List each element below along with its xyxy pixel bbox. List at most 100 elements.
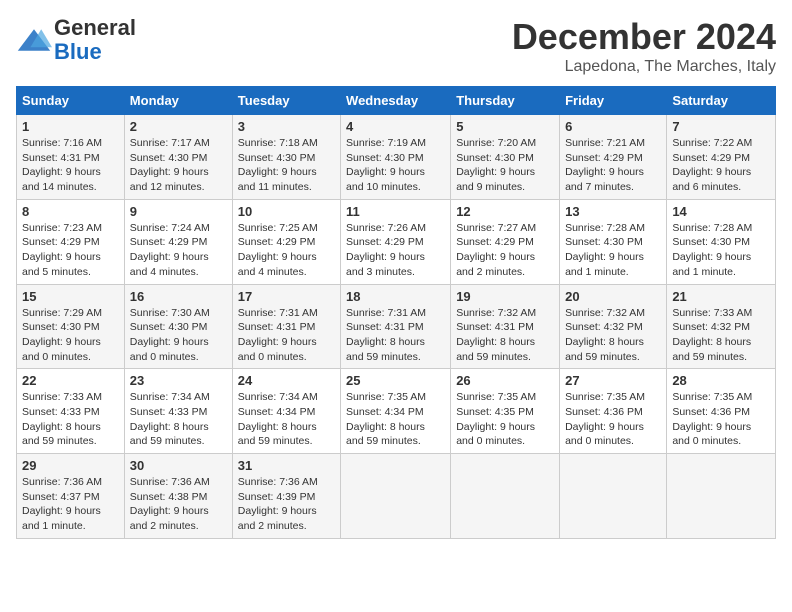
day-info: Sunrise: 7:35 AMSunset: 4:36 PMDaylight:… (672, 391, 752, 447)
calendar-cell: 28 Sunrise: 7:35 AMSunset: 4:36 PMDaylig… (667, 369, 776, 454)
day-info: Sunrise: 7:31 AMSunset: 4:31 PMDaylight:… (346, 307, 426, 363)
calendar-cell: 21 Sunrise: 7:33 AMSunset: 4:32 PMDaylig… (667, 284, 776, 369)
day-number: 27 (565, 373, 661, 388)
day-number: 20 (565, 289, 661, 304)
day-number: 26 (456, 373, 554, 388)
logo: General Blue (16, 16, 136, 64)
day-number: 28 (672, 373, 770, 388)
day-info: Sunrise: 7:25 AMSunset: 4:29 PMDaylight:… (238, 222, 318, 278)
calendar-cell: 9 Sunrise: 7:24 AMSunset: 4:29 PMDayligh… (124, 199, 232, 284)
day-number: 10 (238, 204, 335, 219)
calendar-cell: 11 Sunrise: 7:26 AMSunset: 4:29 PMDaylig… (341, 199, 451, 284)
calendar-cell: 8 Sunrise: 7:23 AMSunset: 4:29 PMDayligh… (17, 199, 125, 284)
calendar-cell: 24 Sunrise: 7:34 AMSunset: 4:34 PMDaylig… (232, 369, 340, 454)
logo-icon (16, 22, 52, 58)
calendar-cell: 5 Sunrise: 7:20 AMSunset: 4:30 PMDayligh… (451, 115, 560, 200)
col-wednesday: Wednesday (341, 87, 451, 115)
day-info: Sunrise: 7:30 AMSunset: 4:30 PMDaylight:… (130, 307, 210, 363)
calendar-cell: 25 Sunrise: 7:35 AMSunset: 4:34 PMDaylig… (341, 369, 451, 454)
day-info: Sunrise: 7:33 AMSunset: 4:33 PMDaylight:… (22, 391, 102, 447)
day-info: Sunrise: 7:31 AMSunset: 4:31 PMDaylight:… (238, 307, 318, 363)
day-number: 13 (565, 204, 661, 219)
day-number: 4 (346, 119, 445, 134)
day-number: 6 (565, 119, 661, 134)
calendar-cell (341, 454, 451, 539)
day-number: 7 (672, 119, 770, 134)
day-number: 25 (346, 373, 445, 388)
calendar-week-row: 22 Sunrise: 7:33 AMSunset: 4:33 PMDaylig… (17, 369, 776, 454)
day-info: Sunrise: 7:33 AMSunset: 4:32 PMDaylight:… (672, 307, 752, 363)
page-header: General Blue December 2024 Lapedona, The… (16, 16, 776, 76)
day-number: 24 (238, 373, 335, 388)
calendar-cell (451, 454, 560, 539)
day-info: Sunrise: 7:34 AMSunset: 4:34 PMDaylight:… (238, 391, 318, 447)
day-number: 15 (22, 289, 119, 304)
calendar-cell: 30 Sunrise: 7:36 AMSunset: 4:38 PMDaylig… (124, 454, 232, 539)
calendar-cell (560, 454, 667, 539)
calendar-cell: 20 Sunrise: 7:32 AMSunset: 4:32 PMDaylig… (560, 284, 667, 369)
calendar-header-row: Sunday Monday Tuesday Wednesday Thursday… (17, 87, 776, 115)
calendar-cell: 7 Sunrise: 7:22 AMSunset: 4:29 PMDayligh… (667, 115, 776, 200)
calendar-cell: 1 Sunrise: 7:16 AMSunset: 4:31 PMDayligh… (17, 115, 125, 200)
day-info: Sunrise: 7:16 AMSunset: 4:31 PMDaylight:… (22, 137, 102, 193)
calendar-week-row: 15 Sunrise: 7:29 AMSunset: 4:30 PMDaylig… (17, 284, 776, 369)
day-number: 11 (346, 204, 445, 219)
day-number: 14 (672, 204, 770, 219)
day-info: Sunrise: 7:34 AMSunset: 4:33 PMDaylight:… (130, 391, 210, 447)
day-number: 9 (130, 204, 227, 219)
day-info: Sunrise: 7:21 AMSunset: 4:29 PMDaylight:… (565, 137, 645, 193)
calendar-cell: 18 Sunrise: 7:31 AMSunset: 4:31 PMDaylig… (341, 284, 451, 369)
day-number: 29 (22, 458, 119, 473)
day-number: 19 (456, 289, 554, 304)
day-number: 8 (22, 204, 119, 219)
day-info: Sunrise: 7:32 AMSunset: 4:31 PMDaylight:… (456, 307, 536, 363)
day-info: Sunrise: 7:18 AMSunset: 4:30 PMDaylight:… (238, 137, 318, 193)
day-number: 31 (238, 458, 335, 473)
day-info: Sunrise: 7:19 AMSunset: 4:30 PMDaylight:… (346, 137, 426, 193)
calendar-cell: 10 Sunrise: 7:25 AMSunset: 4:29 PMDaylig… (232, 199, 340, 284)
calendar-cell: 14 Sunrise: 7:28 AMSunset: 4:30 PMDaylig… (667, 199, 776, 284)
day-info: Sunrise: 7:27 AMSunset: 4:29 PMDaylight:… (456, 222, 536, 278)
day-info: Sunrise: 7:36 AMSunset: 4:37 PMDaylight:… (22, 476, 102, 532)
col-thursday: Thursday (451, 87, 560, 115)
calendar-table: Sunday Monday Tuesday Wednesday Thursday… (16, 86, 776, 539)
day-info: Sunrise: 7:22 AMSunset: 4:29 PMDaylight:… (672, 137, 752, 193)
day-info: Sunrise: 7:28 AMSunset: 4:30 PMDaylight:… (672, 222, 752, 278)
day-info: Sunrise: 7:28 AMSunset: 4:30 PMDaylight:… (565, 222, 645, 278)
day-info: Sunrise: 7:35 AMSunset: 4:35 PMDaylight:… (456, 391, 536, 447)
day-info: Sunrise: 7:35 AMSunset: 4:36 PMDaylight:… (565, 391, 645, 447)
calendar-cell: 13 Sunrise: 7:28 AMSunset: 4:30 PMDaylig… (560, 199, 667, 284)
logo-general-text: General (54, 15, 136, 40)
calendar-cell: 4 Sunrise: 7:19 AMSunset: 4:30 PMDayligh… (341, 115, 451, 200)
col-tuesday: Tuesday (232, 87, 340, 115)
calendar-week-row: 29 Sunrise: 7:36 AMSunset: 4:37 PMDaylig… (17, 454, 776, 539)
day-info: Sunrise: 7:26 AMSunset: 4:29 PMDaylight:… (346, 222, 426, 278)
col-saturday: Saturday (667, 87, 776, 115)
day-info: Sunrise: 7:35 AMSunset: 4:34 PMDaylight:… (346, 391, 426, 447)
day-number: 3 (238, 119, 335, 134)
calendar-week-row: 1 Sunrise: 7:16 AMSunset: 4:31 PMDayligh… (17, 115, 776, 200)
day-number: 16 (130, 289, 227, 304)
calendar-cell: 16 Sunrise: 7:30 AMSunset: 4:30 PMDaylig… (124, 284, 232, 369)
day-number: 18 (346, 289, 445, 304)
calendar-cell: 23 Sunrise: 7:34 AMSunset: 4:33 PMDaylig… (124, 369, 232, 454)
day-number: 1 (22, 119, 119, 134)
day-info: Sunrise: 7:17 AMSunset: 4:30 PMDaylight:… (130, 137, 210, 193)
calendar-cell: 15 Sunrise: 7:29 AMSunset: 4:30 PMDaylig… (17, 284, 125, 369)
calendar-cell: 27 Sunrise: 7:35 AMSunset: 4:36 PMDaylig… (560, 369, 667, 454)
calendar-cell: 12 Sunrise: 7:27 AMSunset: 4:29 PMDaylig… (451, 199, 560, 284)
day-number: 2 (130, 119, 227, 134)
day-info: Sunrise: 7:36 AMSunset: 4:39 PMDaylight:… (238, 476, 318, 532)
day-info: Sunrise: 7:24 AMSunset: 4:29 PMDaylight:… (130, 222, 210, 278)
col-friday: Friday (560, 87, 667, 115)
calendar-cell: 22 Sunrise: 7:33 AMSunset: 4:33 PMDaylig… (17, 369, 125, 454)
location-subtitle: Lapedona, The Marches, Italy (512, 58, 776, 76)
col-sunday: Sunday (17, 87, 125, 115)
calendar-cell: 6 Sunrise: 7:21 AMSunset: 4:29 PMDayligh… (560, 115, 667, 200)
calendar-cell: 31 Sunrise: 7:36 AMSunset: 4:39 PMDaylig… (232, 454, 340, 539)
day-number: 23 (130, 373, 227, 388)
day-number: 5 (456, 119, 554, 134)
calendar-cell: 19 Sunrise: 7:32 AMSunset: 4:31 PMDaylig… (451, 284, 560, 369)
calendar-week-row: 8 Sunrise: 7:23 AMSunset: 4:29 PMDayligh… (17, 199, 776, 284)
calendar-cell: 3 Sunrise: 7:18 AMSunset: 4:30 PMDayligh… (232, 115, 340, 200)
